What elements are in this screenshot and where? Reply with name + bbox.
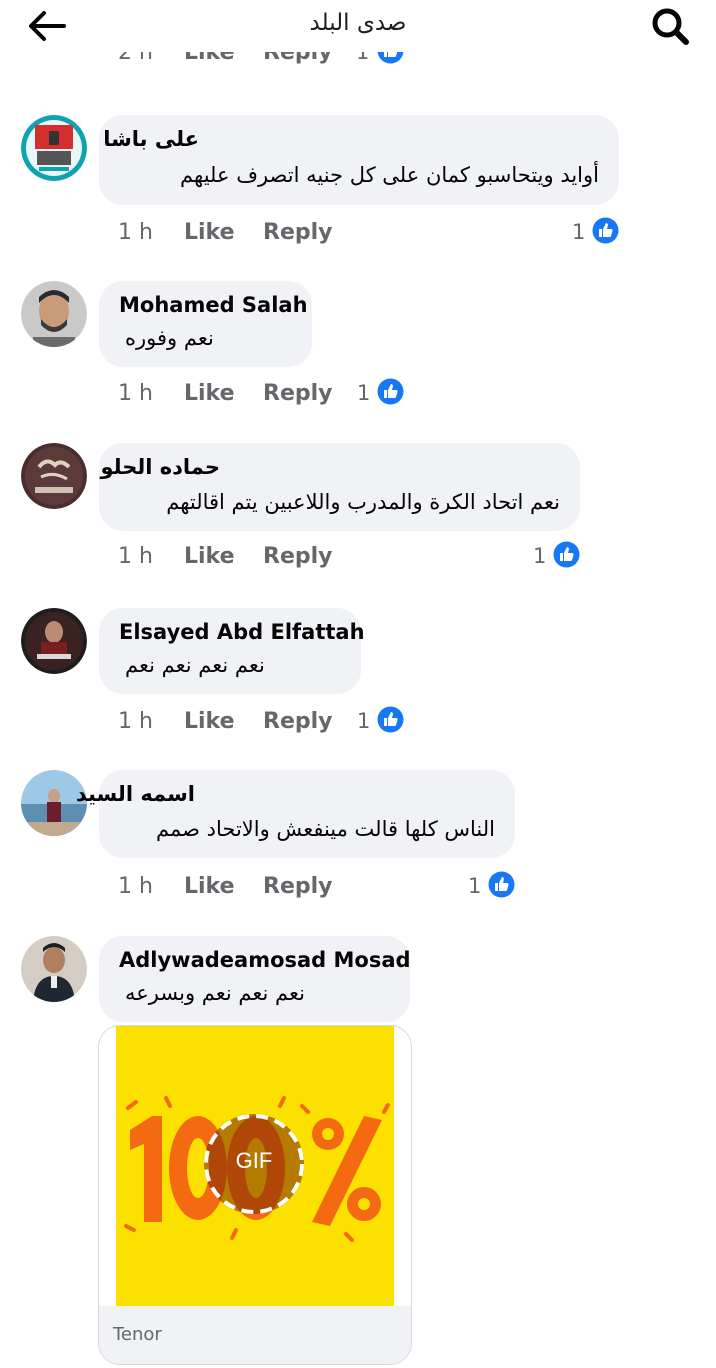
comment-time: 1 h (118, 544, 153, 569)
comment-author[interactable]: Elsayed Abd Elfattah (119, 620, 365, 644)
comment-bubble[interactable]: Mohamed Salah نعم وفوره (99, 281, 312, 367)
comment-author[interactable]: حماده الحلو (100, 455, 220, 479)
comment-item: على باشا أوايد ويتحاسبو كمان على كل جنيه… (0, 115, 716, 255)
like-reaction-icon[interactable] (553, 541, 580, 568)
comment-text: نعم نعم نعم نعم (125, 653, 265, 677)
comment-text: نعم اتحاد الكرة والمدرب واللاعبين يتم اق… (166, 490, 560, 514)
gif-image[interactable]: GIF (116, 1026, 394, 1306)
like-button[interactable]: Like (184, 220, 235, 245)
like-reaction-icon[interactable] (488, 871, 515, 898)
avatar-image (21, 608, 87, 674)
comment-item: Elsayed Abd Elfattah نعم نعم نعم نعم 1 h… (0, 608, 716, 748)
comment-text: نعم نعم نعم وبسرعه (125, 981, 305, 1005)
comment-item: حماده الحلو نعم اتحاد الكرة والمدرب والل… (0, 443, 716, 583)
comment-author[interactable]: Adlywadeamosad Mosad (119, 948, 411, 972)
comment-bubble[interactable]: حماده الحلو نعم اتحاد الكرة والمدرب والل… (99, 443, 580, 531)
comment-author[interactable]: على باشا (103, 127, 199, 151)
search-button[interactable] (648, 6, 692, 46)
comment-actions: 1 h Like Reply 1 (0, 375, 716, 415)
avatar-image (21, 115, 87, 181)
reaction-count: 1 (533, 544, 547, 568)
like-button[interactable]: Like (184, 381, 235, 406)
avatar-image (21, 443, 87, 509)
avatar[interactable] (21, 443, 87, 509)
reply-button[interactable]: Reply (263, 874, 333, 899)
comment-bubble[interactable]: على باشا أوايد ويتحاسبو كمان على كل جنيه… (99, 115, 619, 205)
avatar[interactable] (21, 936, 87, 1002)
comment-actions: 1 h Like Reply 1 (0, 703, 716, 743)
like-button[interactable]: Like (184, 544, 235, 569)
reaction-count: 1 (357, 709, 371, 733)
comment-text: أوايد ويتحاسبو كمان على كل جنيه اتصرف عل… (180, 163, 599, 187)
comment-item: Mohamed Salah نعم وفوره 1 h Like Reply 1 (0, 281, 716, 421)
avatar-image (21, 936, 87, 1002)
comment-time: 1 h (118, 381, 153, 406)
page-title: صدى البلد (309, 10, 407, 36)
like-reaction-icon[interactable] (377, 706, 404, 733)
reply-button[interactable]: Reply (263, 381, 333, 406)
like-button[interactable]: Like (184, 874, 235, 899)
comment-time: 1 h (118, 220, 153, 245)
comment-actions: 1 h Like Reply 1 (0, 538, 716, 578)
comment-bubble[interactable]: اسمه السيد الناس كلها قالت مينفعش والاتح… (76, 770, 515, 858)
comment-bubble[interactable]: Adlywadeamosad Mosad نعم نعم نعم وبسرعه (99, 936, 411, 1022)
like-reaction-icon[interactable] (377, 378, 404, 405)
avatar[interactable] (21, 115, 87, 181)
comment-item: اسمه السيد الناس كلها قالت مينفعش والاتح… (0, 770, 716, 910)
comment-author[interactable]: Mohamed Salah (119, 293, 308, 317)
comment-time: 1 h (118, 874, 153, 899)
gif-attachment[interactable]: GIF Tenor (98, 1025, 412, 1365)
gif-badge-label: GIF (235, 1148, 273, 1173)
comment-bubble[interactable]: Elsayed Abd Elfattah نعم نعم نعم نعم (99, 608, 365, 694)
gif-footer: Tenor (99, 1306, 411, 1364)
reaction-count: 1 (357, 381, 371, 405)
comment-author[interactable]: اسمه السيد (76, 782, 195, 806)
reply-button[interactable]: Reply (263, 544, 333, 569)
top-bar: صدى البلد (0, 0, 716, 52)
reaction-count: 1 (468, 874, 482, 898)
previous-comment-actions: 2 h Like Reply 1 (0, 48, 716, 78)
like-button[interactable]: Like (184, 709, 235, 734)
reply-button[interactable]: Reply (263, 220, 333, 245)
reaction-count: 1 (572, 220, 586, 244)
avatar-image (21, 281, 87, 347)
like-reaction-icon[interactable] (592, 217, 619, 244)
avatar[interactable] (21, 281, 87, 347)
comment-item: Adlywadeamosad Mosad نعم نعم نعم وبسرعه (0, 936, 716, 1026)
comment-text: الناس كلها قالت مينفعش والاتحاد صمم (156, 817, 495, 841)
comment-actions: 1 h Like Reply 1 (0, 868, 716, 908)
comment-time: 1 h (118, 709, 153, 734)
reply-button[interactable]: Reply (263, 709, 333, 734)
comment-actions: 1 h Like Reply 1 (0, 214, 716, 254)
avatar[interactable] (21, 608, 87, 674)
gif-source: Tenor (113, 1324, 162, 1345)
comment-text: نعم وفوره (125, 326, 214, 350)
search-icon (652, 8, 689, 45)
